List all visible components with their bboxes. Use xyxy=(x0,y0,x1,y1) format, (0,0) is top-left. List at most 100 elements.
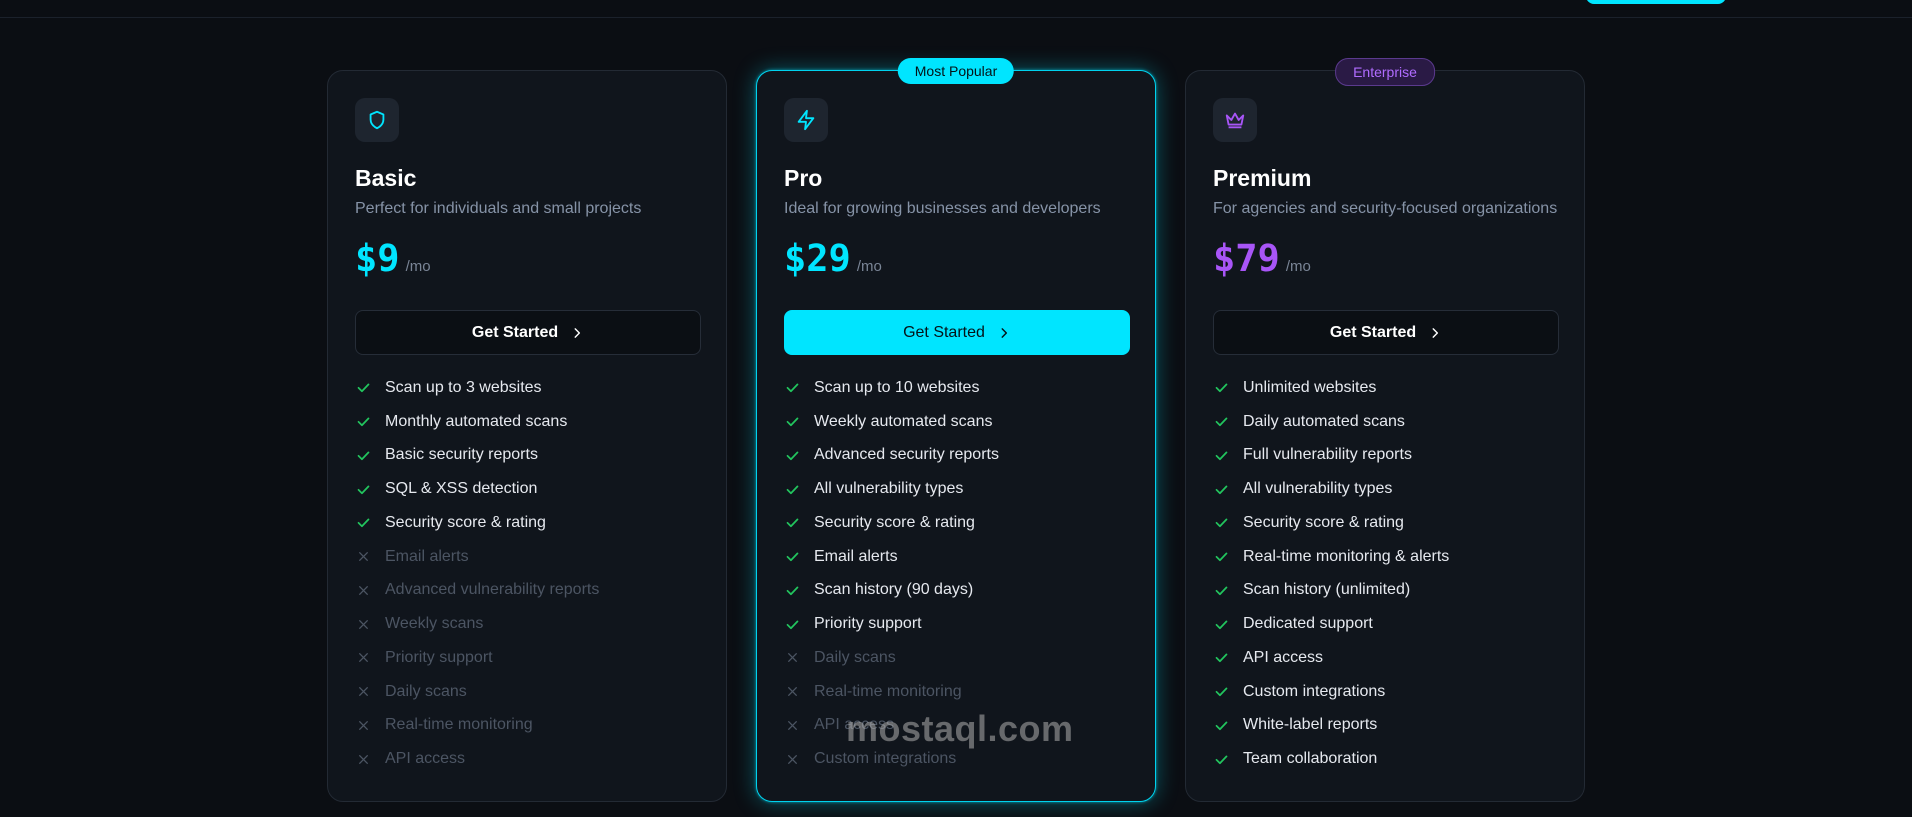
plan-card-premium: Enterprise Premium For agencies and secu… xyxy=(1185,58,1585,802)
feature-label: All vulnerability types xyxy=(814,480,964,498)
most-popular-badge: Most Popular xyxy=(897,58,1015,84)
feature-label: Real-time monitoring xyxy=(385,716,533,734)
feature-label: Unlimited websites xyxy=(1243,378,1377,396)
feature-label: Real-time monitoring & alerts xyxy=(1243,547,1450,565)
feature-label: Security score & rating xyxy=(385,513,546,531)
x-icon xyxy=(355,616,371,632)
check-icon xyxy=(1213,616,1229,632)
lightning-icon xyxy=(797,109,815,131)
feature-item: Real-time monitoring xyxy=(355,709,599,743)
feature-label: API access xyxy=(385,750,466,768)
watermark: mostaql.com xyxy=(846,708,1074,749)
check-icon xyxy=(355,481,371,497)
x-icon xyxy=(355,717,371,733)
plan-price: $9 xyxy=(355,237,400,280)
feature-label: API access xyxy=(1243,648,1324,666)
check-icon xyxy=(1213,549,1229,565)
feature-item: Weekly scans xyxy=(355,607,599,641)
feature-label: Security score & rating xyxy=(1243,513,1404,531)
feature-item: Advanced vulnerability reports xyxy=(355,574,599,608)
feature-label: Daily scans xyxy=(385,682,467,700)
check-icon xyxy=(784,380,800,396)
plan-name: Pro xyxy=(784,165,823,191)
plan-icon-box xyxy=(355,98,399,142)
x-icon xyxy=(355,582,371,598)
check-icon xyxy=(1213,650,1229,666)
cta-label: Get Started xyxy=(903,323,985,341)
feature-item: Daily automated scans xyxy=(1213,405,1449,439)
feature-item: Real-time monitoring & alerts xyxy=(1213,540,1449,574)
feature-label: Advanced security reports xyxy=(814,446,999,464)
feature-item: Basic security reports xyxy=(355,439,599,473)
feature-label: Daily scans xyxy=(814,648,896,666)
feature-label: White-label reports xyxy=(1243,716,1378,734)
shield-icon xyxy=(369,110,385,130)
feature-label: Priority support xyxy=(385,648,493,666)
feature-list: Scan up to 3 websites Monthly automated s… xyxy=(355,371,599,776)
price-row: $9 /mo xyxy=(355,237,431,280)
price-period: /mo xyxy=(856,258,882,275)
plan-name: Basic xyxy=(355,165,417,191)
feature-label: Advanced vulnerability reports xyxy=(385,581,600,599)
feature-item: Priority support xyxy=(784,607,999,641)
plan-description: Ideal for growing businesses and develop… xyxy=(784,200,1101,217)
cta-label: Get Started xyxy=(1329,323,1417,341)
top-nav-divider xyxy=(0,0,1912,18)
feature-label: All vulnerability types xyxy=(1243,480,1393,498)
feature-item: API access xyxy=(1213,641,1449,675)
feature-label: Scan history (unlimited) xyxy=(1243,581,1411,599)
feature-item: Custom integrations xyxy=(1213,675,1449,709)
feature-label: Custom integrations xyxy=(1243,682,1386,700)
feature-item: Team collaboration xyxy=(1213,742,1449,776)
feature-label: Real-time monitoring xyxy=(814,682,962,700)
check-icon xyxy=(1213,582,1229,598)
get-started-button[interactable]: Get Started xyxy=(784,310,1130,355)
get-started-button[interactable]: Get Started xyxy=(1213,310,1559,355)
feature-item: Weekly automated scans xyxy=(784,405,999,439)
feature-item: White-label reports xyxy=(1213,709,1449,743)
feature-item: All vulnerability types xyxy=(1213,472,1449,506)
plan-icon-box xyxy=(1213,98,1257,142)
plan-name: Premium xyxy=(1213,165,1312,191)
chevron-right-icon xyxy=(1432,327,1439,338)
plan-description: For agencies and security-focused organi… xyxy=(1213,200,1558,217)
feature-item: Security score & rating xyxy=(355,506,599,540)
feature-label: Priority support xyxy=(814,615,922,633)
check-icon xyxy=(784,515,800,531)
feature-item: Daily scans xyxy=(355,675,599,709)
feature-item: Scan history (unlimited) xyxy=(1213,574,1449,608)
feature-label: Weekly scans xyxy=(385,615,484,633)
enterprise-badge: Enterprise xyxy=(1335,58,1435,86)
cta-label: Get Started xyxy=(471,323,559,341)
feature-label: Monthly automated scans xyxy=(385,412,568,430)
check-icon xyxy=(355,447,371,463)
price-row: $29 /mo xyxy=(784,237,882,280)
check-icon xyxy=(1213,414,1229,430)
feature-item: Scan history (90 days) xyxy=(784,574,999,608)
feature-item: SQL & XSS detection xyxy=(355,472,599,506)
check-icon xyxy=(1213,717,1229,733)
feature-label: Scan history (90 days) xyxy=(814,581,974,599)
feature-list: Unlimited websites Daily automated scans F… xyxy=(1213,371,1449,776)
price-row: $79 /mo xyxy=(1213,237,1311,280)
feature-item: Real-time monitoring xyxy=(784,675,999,709)
price-period: /mo xyxy=(405,258,431,275)
feature-item: Security score & rating xyxy=(1213,506,1449,540)
price-period: /mo xyxy=(1285,258,1311,275)
feature-label: Full vulnerability reports xyxy=(1243,446,1412,464)
check-icon xyxy=(784,481,800,497)
feature-label: Dedicated support xyxy=(1243,615,1373,633)
check-icon xyxy=(355,414,371,430)
get-started-button[interactable]: Get Started xyxy=(355,310,701,355)
x-icon xyxy=(784,751,800,767)
feature-item: API access xyxy=(355,742,599,776)
nav-cta-button[interactable] xyxy=(1586,0,1726,4)
feature-item: Daily scans xyxy=(784,641,999,675)
check-icon xyxy=(1213,751,1229,767)
check-icon xyxy=(355,515,371,531)
feature-item: Security score & rating xyxy=(784,506,999,540)
plan-price: $29 xyxy=(784,237,851,280)
x-icon xyxy=(784,650,800,666)
check-icon xyxy=(784,616,800,632)
feature-item: All vulnerability types xyxy=(784,472,999,506)
